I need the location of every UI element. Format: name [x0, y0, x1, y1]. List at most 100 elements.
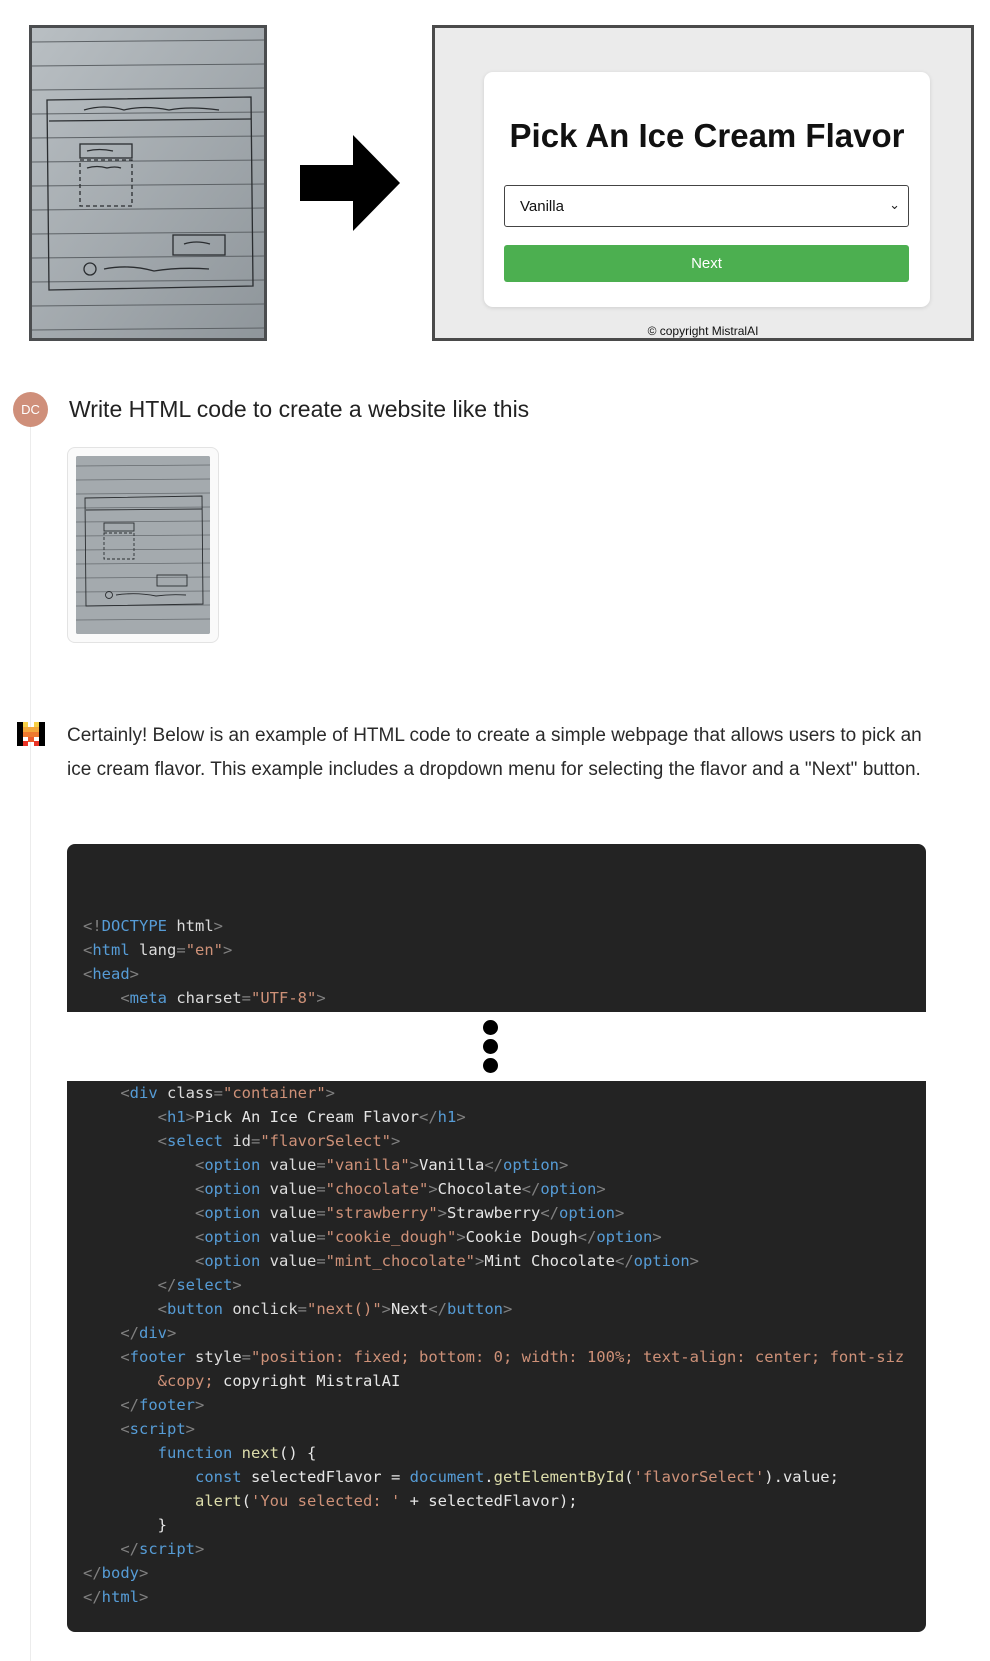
code-token: .	[484, 1468, 494, 1486]
code-token: >	[409, 1156, 420, 1174]
code-token: "next()"	[307, 1300, 382, 1318]
code-token: option	[633, 1252, 690, 1270]
code-token: DOCTYPE	[101, 917, 167, 935]
code-token: >	[185, 1420, 196, 1438]
code-token: =	[241, 1348, 252, 1366]
code-token: id	[223, 1132, 251, 1150]
code-token: >	[232, 1276, 242, 1294]
code-token: div	[139, 1324, 167, 1342]
code-token: Chocolate	[437, 1180, 522, 1198]
chevron-down-icon: ⌄	[889, 197, 900, 212]
code-line: <select id="flavorSelect">	[83, 1129, 926, 1153]
code-token: >	[195, 1540, 205, 1558]
code-token: >	[213, 917, 224, 935]
code-token: }	[83, 1516, 167, 1534]
right-arrow-icon	[300, 135, 400, 231]
code-token: Pick An Ice Cream Flavor	[195, 1108, 419, 1126]
flavor-select[interactable]: Vanilla ⌄	[504, 185, 909, 227]
attached-image-thumbnail[interactable]	[67, 447, 219, 643]
code-token: head	[92, 965, 130, 983]
code-token: =	[316, 1180, 326, 1198]
code-token: option	[204, 1180, 261, 1198]
code-token: <	[83, 965, 93, 983]
code-token: >	[167, 1324, 177, 1342]
code-line: }	[83, 1513, 926, 1537]
code-line: <button onclick="next()">Next</button>	[83, 1297, 926, 1321]
sketch-thumbnail-image	[76, 456, 210, 634]
code-line: alert('You selected: ' + selectedFlavor)…	[83, 1489, 926, 1513]
code-token: &copy;	[157, 1372, 214, 1390]
code-token: 'You selected: '	[251, 1492, 401, 1510]
code-token: () {	[278, 1444, 317, 1462]
code-token: >	[139, 1564, 149, 1582]
code-line: <head>	[83, 962, 926, 986]
code-token: "cookie_dough"	[325, 1228, 457, 1246]
code-token: button	[167, 1300, 223, 1318]
code-line: <option value="strawberry">Strawberry</o…	[83, 1201, 926, 1225]
preview-container-card: Pick An Ice Cream Flavor Vanilla ⌄ Next	[484, 72, 930, 307]
code-token: value	[260, 1228, 317, 1246]
code-token: </	[157, 1276, 177, 1294]
code-token: >	[428, 1180, 438, 1198]
code-token: <	[194, 1156, 205, 1174]
code-token: meta	[129, 989, 167, 1007]
code-token: option	[204, 1204, 261, 1222]
code-token: + selectedFlavor);	[400, 1492, 578, 1510]
code-token: option	[204, 1252, 261, 1270]
code-line: </script>	[83, 1537, 926, 1561]
code-line: <option value="mint_chocolate">Mint Choc…	[83, 1249, 926, 1273]
code-token: <	[194, 1204, 205, 1222]
code-token: </	[120, 1396, 139, 1414]
code-token: (	[241, 1492, 251, 1510]
code-token: </	[83, 1588, 102, 1606]
code-token: option	[559, 1204, 615, 1222]
code-token: value	[260, 1156, 317, 1174]
code-token: html	[92, 941, 130, 959]
code-token: Strawberry	[447, 1204, 541, 1222]
code-token: value	[260, 1252, 317, 1270]
assistant-message: Certainly! Below is an example of HTML c…	[67, 725, 922, 780]
code-token: >	[129, 965, 140, 983]
code-token: </	[120, 1540, 139, 1558]
code-token: 'flavorSelect'	[633, 1468, 765, 1486]
code-token: >	[381, 1300, 391, 1318]
code-token: </	[418, 1108, 438, 1126]
code-token: style	[185, 1348, 242, 1366]
code-token: =	[297, 1300, 307, 1318]
code-token: "chocolate"	[325, 1180, 429, 1198]
code-token: "en"	[185, 941, 224, 959]
code-token: charset	[167, 989, 242, 1007]
copy-icon[interactable]	[892, 866, 912, 886]
code-line: const selectedFlavor = document.getEleme…	[83, 1465, 926, 1489]
code-token: "strawberry"	[325, 1204, 438, 1222]
code-token: html	[167, 917, 214, 935]
code-token: </	[540, 1204, 559, 1222]
code-token: </	[428, 1300, 447, 1318]
code-line: <option value="chocolate">Chocolate</opt…	[83, 1177, 926, 1201]
code-token: =	[316, 1228, 326, 1246]
user-avatar: DC	[13, 392, 48, 427]
code-token: >	[325, 1084, 336, 1102]
code-token: script	[129, 1420, 186, 1438]
code-token: <	[120, 1084, 130, 1102]
code-token: >	[316, 989, 326, 1007]
code-token: >	[615, 1204, 625, 1222]
code-line: <option value="cookie_dough">Cookie Doug…	[83, 1225, 926, 1249]
code-line: </div>	[83, 1321, 926, 1345]
code-token: =	[213, 1084, 224, 1102]
code-token: Cookie Dough	[465, 1228, 578, 1246]
next-button[interactable]: Next	[504, 245, 909, 282]
code-token: value	[260, 1180, 317, 1198]
code-line: function next() {	[83, 1441, 926, 1465]
code-token: <	[83, 941, 93, 959]
code-block-bottom: <div class="container"> <h1>Pick An Ice …	[67, 1081, 926, 1632]
